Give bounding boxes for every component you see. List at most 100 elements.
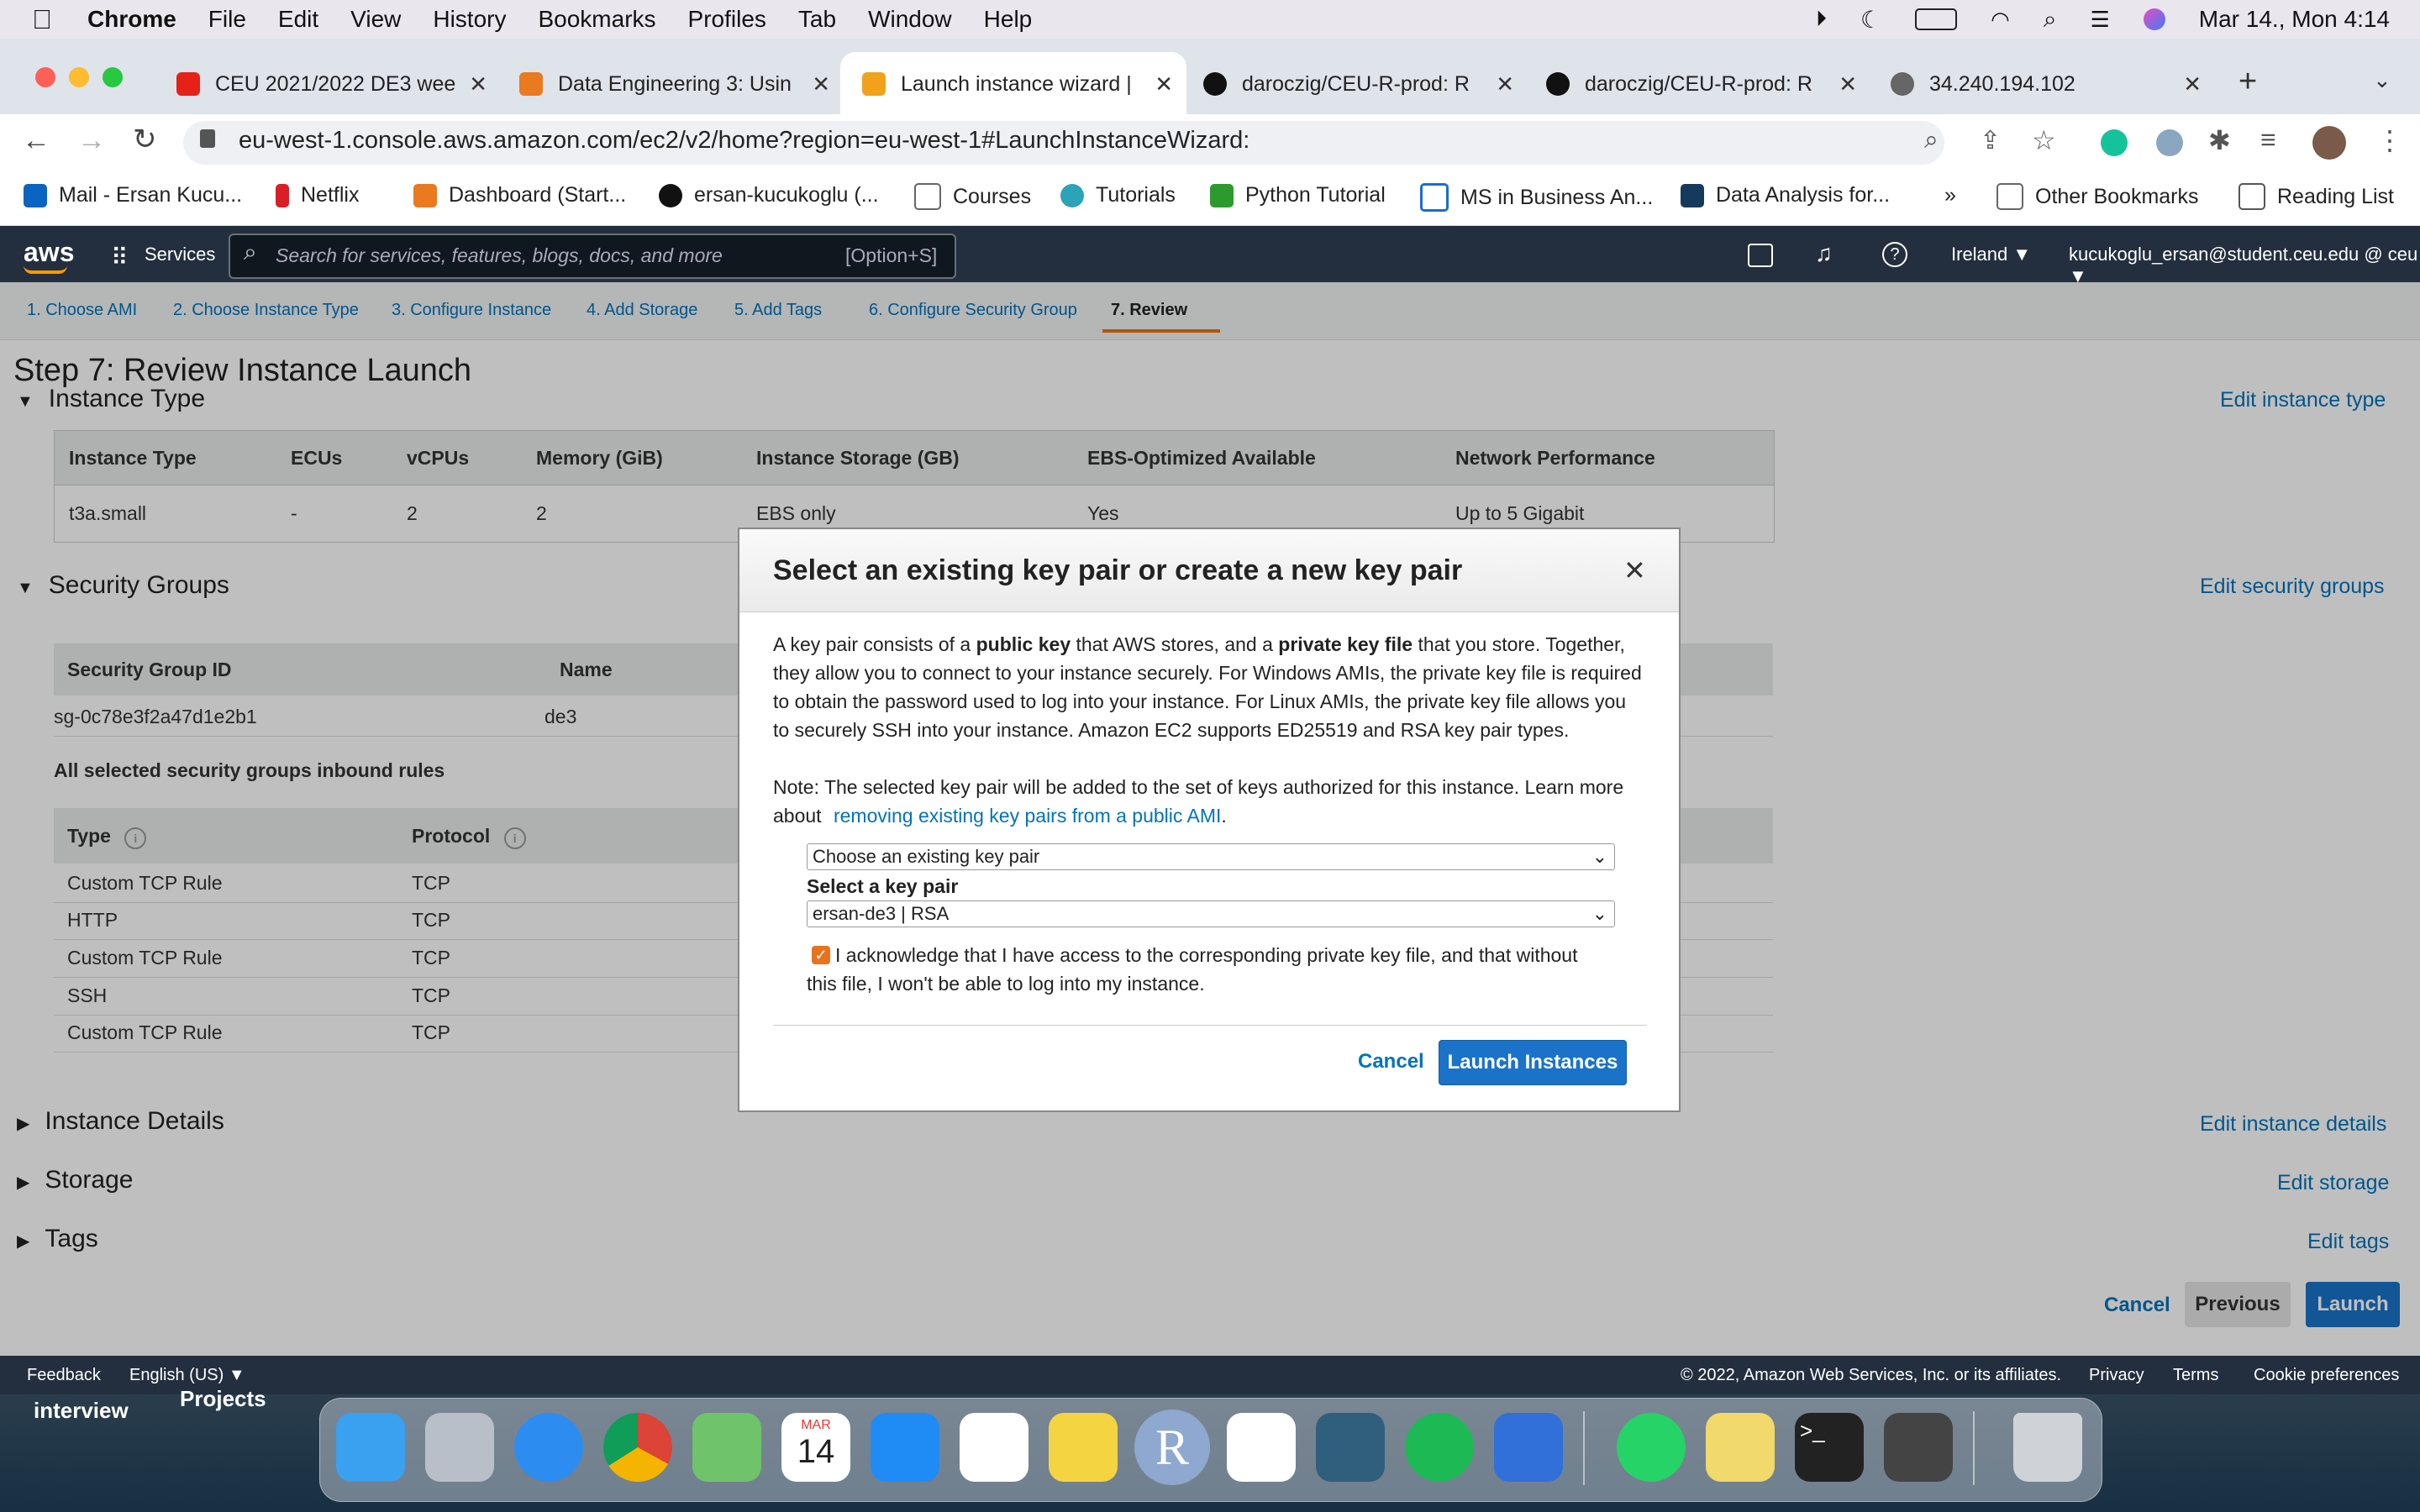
bookmark-courses[interactable]: Courses — [914, 183, 1031, 210]
close-tab-icon[interactable]: ✕ — [469, 71, 487, 97]
play-icon[interactable]: ⏵ — [1816, 6, 1827, 33]
bookmark-netflix[interactable]: Netflix — [276, 183, 359, 207]
feedback-link[interactable]: Feedback — [27, 1366, 101, 1385]
menu-history[interactable]: History — [433, 6, 506, 33]
bookmark-tutorials[interactable]: Tutorials — [1060, 183, 1176, 207]
menu-help[interactable]: Help — [984, 6, 1033, 33]
bookmark-mail[interactable]: Mail - Ersan Kucu... — [24, 183, 242, 207]
menu-bookmarks[interactable]: Bookmarks — [538, 6, 655, 33]
close-tab-icon[interactable]: ✕ — [1496, 71, 1514, 97]
notes-icon[interactable] — [1049, 1413, 1118, 1482]
menu-edit[interactable]: Edit — [278, 6, 318, 33]
xquartz-icon[interactable] — [1884, 1413, 1953, 1482]
close-tab-icon[interactable]: ✕ — [1155, 71, 1173, 97]
modal-cancel-button[interactable]: Cancel — [1358, 1050, 1424, 1074]
puzzle-icon[interactable]: ✱ — [2208, 124, 2231, 156]
launch-instances-button[interactable]: Launch Instances — [1439, 1040, 1627, 1085]
stickies-icon[interactable] — [1706, 1413, 1775, 1482]
slack-icon[interactable] — [1227, 1413, 1296, 1482]
key-pair-mode-select[interactable]: Choose an existing key pair ⌄ — [807, 843, 1615, 870]
calendar-icon[interactable]: MAR 14 — [781, 1413, 850, 1482]
tab-2[interactable]: Data Engineering 3: Usin ✕ — [519, 62, 830, 106]
terminal-icon[interactable]: >_ — [1795, 1413, 1864, 1482]
chrome-menu-icon[interactable]: ⋮ — [2376, 124, 2403, 156]
menu-file[interactable]: File — [208, 6, 246, 33]
chrome-icon[interactable] — [603, 1413, 672, 1482]
spotlight-icon[interactable]: ⌕ — [2044, 6, 2057, 34]
launchpad-icon[interactable] — [425, 1413, 494, 1482]
desktop-item-projects[interactable]: Projects — [180, 1386, 266, 1412]
tab-4[interactable]: daroczig/CEU-R-prod: R ✕ — [1203, 62, 1514, 106]
bookmark-star-icon[interactable]: ☆ — [2032, 124, 2056, 156]
menu-window[interactable]: Window — [868, 6, 952, 33]
services-grid-icon[interactable]: ⠿ — [111, 244, 129, 271]
r-icon[interactable]: R — [1134, 1410, 1210, 1485]
tab-5[interactable]: daroczig/CEU-R-prod: R ✕ — [1546, 62, 1857, 106]
extension-icon[interactable] — [2156, 129, 2183, 156]
reading-list-toolbar-icon[interactable]: ≡ — [2260, 124, 2276, 155]
app-store-icon[interactable] — [871, 1413, 939, 1482]
notifications-icon[interactable]: ♫ — [1815, 240, 1833, 267]
cloudshell-icon[interactable] — [1748, 244, 1773, 267]
safari-icon[interactable] — [514, 1413, 583, 1482]
forward-icon[interactable]: → — [77, 124, 106, 157]
tab-search-icon[interactable]: ⌄ — [2373, 67, 2391, 93]
close-tab-icon[interactable]: ✕ — [1839, 71, 1857, 97]
window-zoom-button[interactable] — [103, 67, 123, 87]
window-minimize-button[interactable] — [69, 67, 89, 87]
tab-1[interactable]: CEU 2021/2022 DE3 wee ✕ — [176, 62, 487, 106]
profile-avatar[interactable] — [2312, 126, 2346, 160]
bookmark-dashboard[interactable]: Dashboard (Start... — [413, 183, 626, 207]
trash-icon[interactable] — [2013, 1413, 2082, 1482]
desktop-item-interview[interactable]: interview — [34, 1398, 129, 1424]
url-text[interactable]: eu-west-1.console.aws.amazon.com/ec2/v2/… — [239, 127, 1249, 155]
privacy-link[interactable]: Privacy — [2089, 1366, 2144, 1385]
menu-tab[interactable]: Tab — [798, 6, 836, 33]
spotify-icon[interactable] — [1405, 1413, 1474, 1482]
bookmark-reading-list[interactable]: Reading List — [2238, 183, 2394, 210]
bookmark-github[interactable]: ersan-kucukoglu (... — [659, 183, 879, 207]
apple-icon[interactable]:  — [32, 4, 52, 35]
whatsapp-icon[interactable] — [1617, 1413, 1686, 1482]
acknowledge-text[interactable]: I acknowledge that I have access to the … — [807, 941, 1588, 998]
new-tab-icon[interactable]: + — [2238, 64, 2257, 100]
menu-view[interactable]: View — [350, 6, 401, 33]
key-pair-select[interactable]: ersan-de3 | RSA ⌄ — [807, 900, 1615, 927]
bookmark-data-analysis[interactable]: Data Analysis for... — [1681, 183, 1890, 207]
grammarly-icon[interactable] — [2101, 129, 2128, 156]
tab-6[interactable]: 34.240.194.102 ✕ — [1891, 62, 2202, 106]
menu-app-name[interactable]: Chrome — [87, 6, 176, 33]
window-close-button[interactable] — [35, 67, 55, 87]
help-icon[interactable]: ? — [1882, 242, 1907, 267]
remove-key-pairs-link[interactable]: removing existing key pairs from a publi… — [834, 805, 1221, 827]
menu-profiles[interactable]: Profiles — [688, 6, 766, 33]
share-icon[interactable]: ⇪ — [1980, 126, 2001, 155]
battery-icon[interactable] — [1915, 8, 1958, 30]
mysql-workbench-icon[interactable] — [1316, 1413, 1385, 1482]
bookmarks-overflow-icon[interactable]: » — [1944, 183, 1956, 207]
wifi-icon[interactable]: ◠ — [1991, 7, 2010, 33]
finder-icon[interactable] — [336, 1413, 405, 1482]
language-selector[interactable]: English (US) ▼ — [129, 1366, 245, 1385]
control-center-icon[interactable]: ☰ — [2090, 7, 2109, 33]
lock-icon[interactable] — [200, 129, 215, 148]
siri-icon[interactable] — [2143, 8, 2165, 30]
back-icon[interactable]: ← — [22, 124, 50, 157]
reminders-icon[interactable] — [960, 1413, 1028, 1482]
bookmark-ms-business[interactable]: MS in Business An... — [1420, 183, 1653, 212]
bookmark-python[interactable]: Python Tutorial — [1210, 183, 1386, 207]
cookie-preferences-link[interactable]: Cookie preferences — [2254, 1366, 2399, 1385]
aws-logo[interactable]: aws — [24, 237, 74, 268]
files-icon[interactable] — [1494, 1413, 1563, 1482]
close-tab-icon[interactable]: ✕ — [812, 71, 830, 97]
bookmark-other[interactable]: Other Bookmarks — [1996, 183, 2199, 210]
region-selector[interactable]: Ireland ▼ — [1951, 244, 2031, 265]
reload-icon[interactable]: ↻ — [133, 123, 157, 156]
aws-search-input[interactable]: Search for services, features, blogs, do… — [276, 244, 723, 267]
zoom-icon[interactable]: ⌕ — [1924, 126, 1939, 155]
terms-link[interactable]: Terms — [2173, 1366, 2218, 1385]
menu-clock[interactable]: Mar 14., Mon 4:14 — [2199, 6, 2390, 33]
moon-icon[interactable]: ☾ — [1860, 6, 1881, 34]
account-menu[interactable]: kucukoglu_ersan@student.ceu.edu @ ceu ▼ — [2069, 244, 2420, 287]
maps-icon[interactable] — [692, 1413, 761, 1482]
